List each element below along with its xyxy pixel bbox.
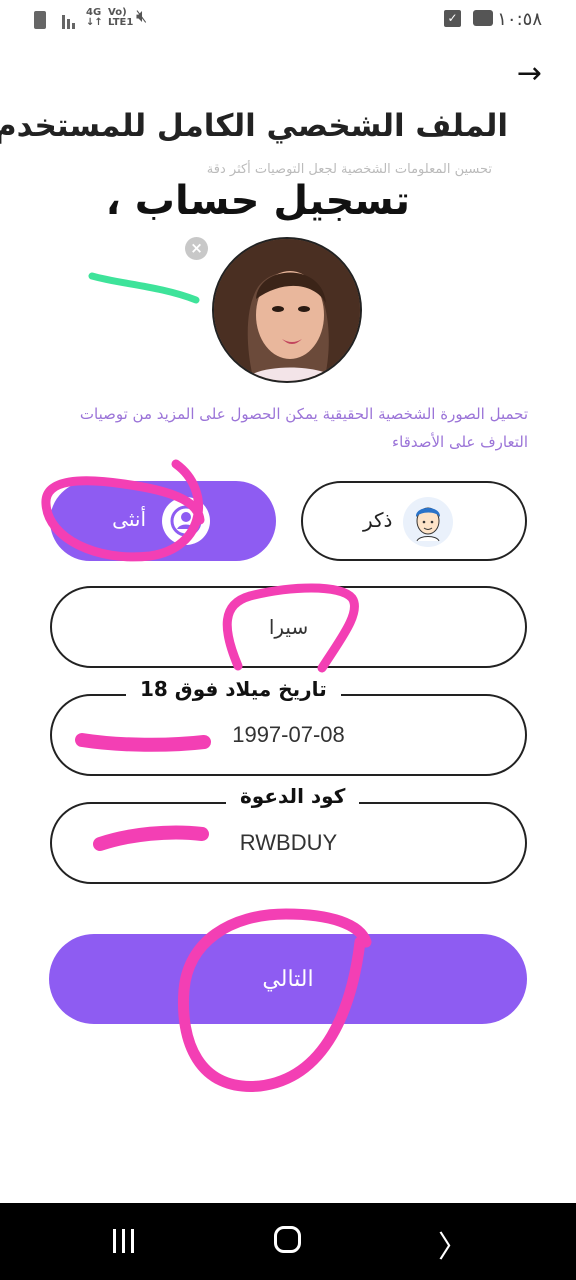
invite-code-annotation-label: كود الدعوة — [226, 784, 360, 808]
back-arrow-icon[interactable]: → — [517, 56, 542, 91]
annotation-banner-text: تسجيل حساب ، — [105, 178, 410, 224]
page-title: الملف الشخصي الكامل للمستخدم — [0, 108, 508, 144]
profile-avatar[interactable] — [212, 237, 362, 383]
birthdate-input[interactable]: 1997-07-08 — [50, 694, 527, 776]
gender-male-label: ذكر — [363, 508, 393, 532]
clock: ١٠:٥٨ — [497, 9, 542, 30]
mute-icon: 🔇︎ — [136, 6, 148, 27]
female-icon — [162, 497, 210, 545]
checkbox-icon: ✓ — [444, 10, 461, 27]
home-icon[interactable] — [274, 1226, 301, 1253]
recent-apps-icon[interactable] — [113, 1229, 140, 1257]
status-bar: 4G ↓↑ Vo) LTE1 🔇︎ ✓ ١٠:٥٨ — [0, 0, 576, 40]
volte-indicator: Vo) LTE1 — [108, 7, 134, 28]
nickname-input[interactable]: سيرا — [50, 586, 527, 668]
back-nav-icon[interactable]: 〉 — [438, 1222, 468, 1266]
signal-icon — [62, 10, 77, 29]
profile-photo — [214, 239, 360, 381]
gender-female-button[interactable]: أنثى — [50, 481, 276, 561]
invite-code-value: RWBDUY — [239, 830, 338, 855]
gender-female-label: أنثى — [112, 507, 146, 531]
gender-male-button[interactable]: ذكر — [301, 481, 527, 561]
male-avatar-icon — [403, 497, 453, 547]
birthdate-annotation-label: تاريخ ميلاد فوق 18 — [126, 677, 341, 701]
nickname-value: سيرا — [268, 615, 309, 639]
green-underline-mark — [88, 272, 200, 304]
battery-icon — [34, 11, 46, 29]
birthdate-value: 1997-07-08 — [232, 722, 345, 747]
next-button[interactable]: التالي — [49, 934, 527, 1024]
annotation-banner: تسجيل حساب ، — [80, 178, 432, 236]
page-subtitle: تحسين المعلومات الشخصية لجعل التوصيات أك… — [206, 162, 492, 177]
network-indicator: 4G ↓↑ — [86, 7, 103, 28]
photo-hint-text: تحميل الصورة الشخصية الحقيقية يمكن الحصو… — [79, 405, 528, 451]
message-icon — [473, 10, 493, 26]
invite-code-input[interactable]: RWBDUY — [50, 802, 527, 884]
close-icon[interactable]: × — [185, 237, 208, 260]
next-button-label: التالي — [262, 966, 314, 991]
